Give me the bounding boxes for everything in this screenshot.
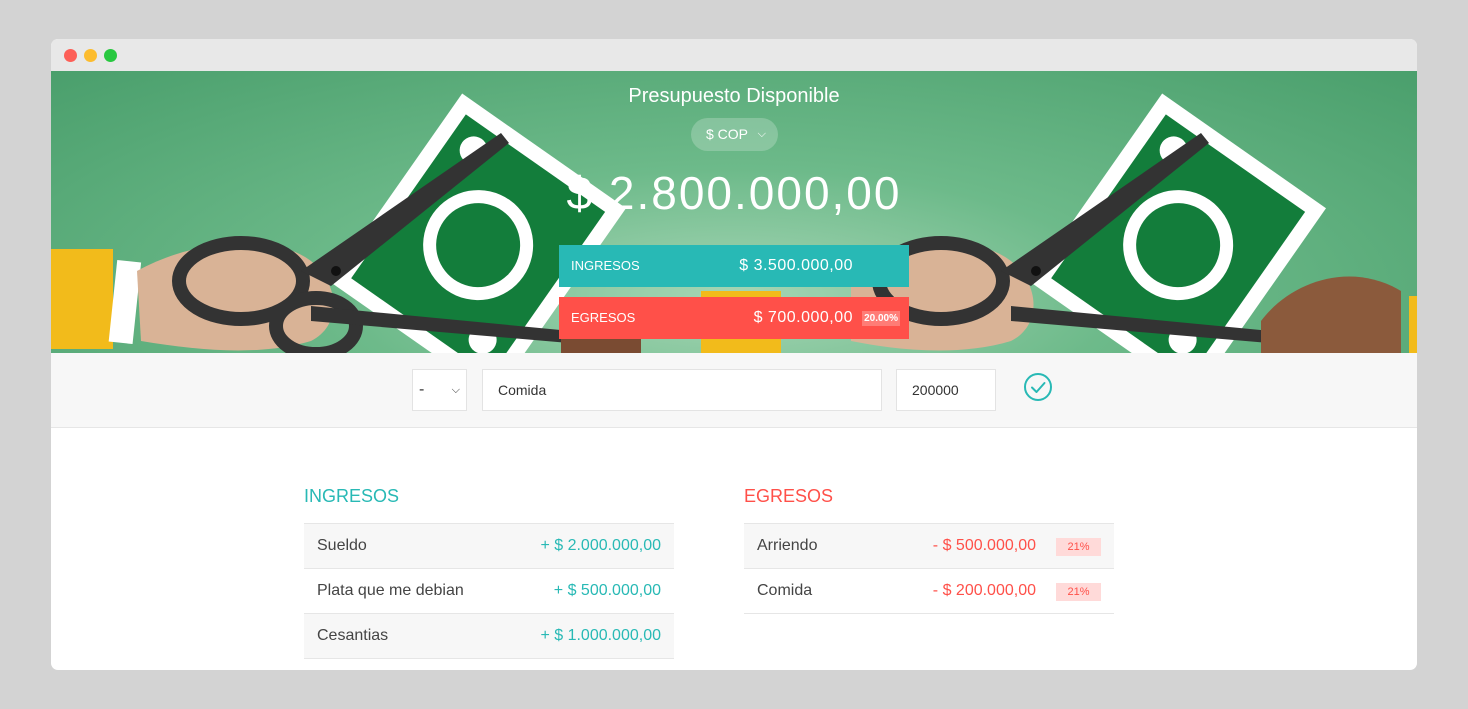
expense-item-percentage: 21% [1056, 583, 1101, 601]
income-item-amount: + $ 1.000.000,00 [540, 627, 661, 644]
income-list: INGRESOS Sueldo + $ 2.000.000,00 Plata q… [304, 484, 674, 659]
income-item-description: Cesantias [317, 627, 389, 644]
expense-item[interactable]: Comida - $ 200.000,00 21% [744, 568, 1114, 614]
expense-list: EGRESOS Arriendo - $ 500.000,00 21% Comi… [744, 484, 1114, 614]
income-summary: INGRESOS $ 3.500.000,00 [559, 245, 909, 287]
income-item-amount: + $ 2.000.000,00 [540, 537, 661, 554]
income-list-title: INGRESOS [304, 486, 400, 506]
minimize-window-button[interactable] [84, 49, 97, 62]
available-budget: $ 2.800.000,00 [566, 167, 902, 219]
income-rows: Sueldo + $ 2.000.000,00 Plata que me deb… [304, 523, 674, 659]
income-summary-label: INGRESOS [571, 258, 640, 273]
expense-summary-label: EGRESOS [571, 310, 636, 325]
expense-item-description: Arriendo [757, 537, 818, 554]
income-item-amount: + $ 500.000,00 [553, 582, 661, 599]
income-item[interactable]: Sueldo + $ 2.000.000,00 [304, 523, 674, 568]
currency-select[interactable]: $ COP ⌵ [691, 118, 778, 151]
check-circle-icon[interactable] [1022, 371, 1054, 403]
expense-summary: EGRESOS $ 700.000,00 20.00% [559, 297, 909, 339]
expense-percentage-badge: 20.00% [862, 311, 900, 326]
close-window-button[interactable] [64, 49, 77, 62]
budget-header: Presupuesto Disponible $ COP ⌵ $ 2.800.0… [51, 71, 1417, 353]
chevron-down-icon: ⌵ [451, 384, 460, 396]
maximize-window-button[interactable] [104, 49, 117, 62]
expense-item-amount: - $ 200.000,00 [932, 582, 1036, 599]
expense-item-description: Comida [757, 582, 813, 599]
add-item-form: - ⌵ [51, 353, 1417, 428]
chevron-down-icon: ⌵ [757, 128, 766, 140]
description-input[interactable] [482, 369, 882, 411]
type-select[interactable]: - ⌵ [412, 369, 467, 411]
browser-window: Presupuesto Disponible $ COP ⌵ $ 2.800.0… [51, 39, 1417, 670]
currency-select-value: $ COP [706, 126, 749, 142]
income-item-description: Plata que me debian [317, 582, 464, 599]
expense-list-title: EGRESOS [744, 486, 834, 506]
income-item[interactable]: Cesantias + $ 1.000.000,00 [304, 613, 674, 659]
income-summary-value: $ 3.500.000,00 [739, 257, 853, 274]
expense-item[interactable]: Arriendo - $ 500.000,00 21% [744, 523, 1114, 568]
expense-rows: Arriendo - $ 500.000,00 21% Comida - $ 2… [744, 523, 1114, 614]
type-select-value: - [419, 381, 425, 398]
income-item[interactable]: Plata que me debian + $ 500.000,00 [304, 568, 674, 613]
income-item-description: Sueldo [317, 537, 367, 554]
amount-input[interactable] [896, 369, 996, 411]
page-title: Presupuesto Disponible [628, 85, 840, 107]
expense-item-percentage: 21% [1056, 538, 1101, 556]
expense-summary-value: $ 700.000,00 [753, 309, 853, 326]
expense-item-amount: - $ 500.000,00 [932, 537, 1036, 554]
window-titlebar [51, 39, 1417, 71]
